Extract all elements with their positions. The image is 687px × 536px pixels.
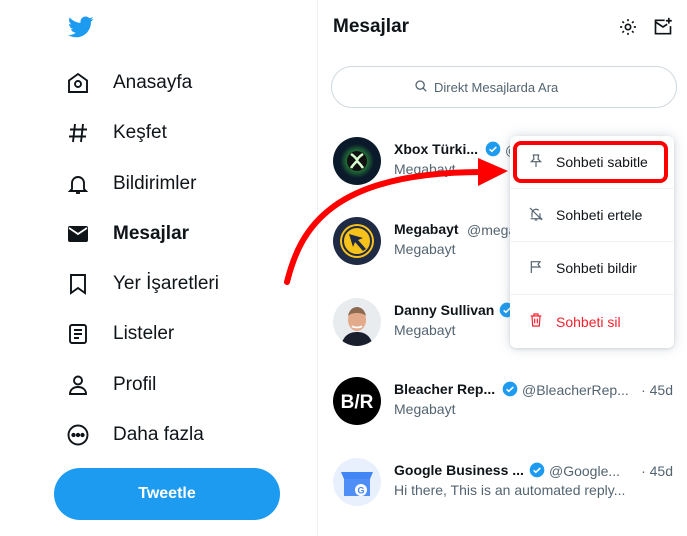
conversation-preview: Megabayt — [394, 401, 456, 417]
nav-label: Anasayfa — [113, 72, 193, 93]
verified-badge-icon — [529, 462, 545, 478]
conversation-name: Google Business ... — [394, 462, 524, 478]
nav-label: Daha fazla — [113, 424, 204, 445]
gear-icon[interactable] — [617, 16, 639, 38]
menu-item-pin-conversation[interactable]: Sohbeti sabitle — [510, 136, 674, 189]
verified-badge-icon — [502, 381, 518, 397]
nav-item-profile[interactable]: Profil — [60, 363, 156, 407]
conversation-handle: @Google... — [549, 463, 621, 479]
trash-icon — [528, 312, 544, 331]
svg-text:B/R: B/R — [341, 392, 374, 413]
nav-label: Keşfet — [113, 122, 167, 143]
nav-item-bookmarks[interactable]: Yer İşaretleri — [60, 262, 219, 306]
conversation-item-google-business[interactable]: G Google Business ... @Google... · 45d H… — [319, 458, 687, 536]
avatar — [333, 137, 381, 185]
nav-label: Listeler — [113, 323, 175, 344]
avatar: B/R — [333, 377, 381, 425]
nav-item-home[interactable]: Anasayfa — [60, 61, 192, 105]
avatar — [333, 298, 381, 346]
hashtag-icon — [65, 120, 91, 146]
conversation-preview: Megabayt — [394, 161, 456, 177]
menu-item-report-conversation[interactable]: Sohbeti bildir — [510, 242, 674, 295]
conversation-handle: @BleacherRep... — [522, 382, 629, 398]
profile-icon — [65, 372, 91, 398]
nav-item-notifications[interactable]: Bildirimler — [60, 162, 196, 206]
conversation-time: · 45d — [641, 463, 673, 479]
conversation-preview: Hi there, This is an automated reply... — [394, 482, 626, 498]
conversation-name: Bleacher Rep... — [394, 381, 496, 397]
new-message-icon[interactable] — [652, 16, 674, 38]
avatar — [333, 217, 381, 265]
conversation-handle: @mega — [467, 222, 517, 238]
conversation-item-bleacher-report[interactable]: B/R Bleacher Rep... @BleacherRep... · 45… — [319, 377, 687, 457]
conversation-name: Megabayt — [394, 221, 459, 237]
mail-icon — [65, 221, 91, 247]
conversation-name: Xbox Türki... — [394, 141, 479, 157]
nav-item-explore[interactable]: Keşfet — [60, 111, 167, 155]
search-input[interactable] — [434, 79, 594, 95]
twitter-logo-icon[interactable] — [66, 14, 96, 40]
menu-item-label: Sohbeti sabitle — [556, 154, 648, 170]
nav-item-more[interactable]: Daha fazla — [60, 413, 204, 457]
menu-item-label: Sohbeti sil — [556, 313, 621, 330]
bell-icon — [65, 171, 91, 197]
page-title: Mesajlar — [333, 16, 410, 37]
search-icon — [414, 79, 428, 96]
list-icon — [65, 321, 91, 347]
pin-icon — [528, 153, 544, 172]
home-icon — [65, 70, 91, 96]
conversation-context-menu: Sohbeti sabitle Sohbeti ertele Sohbeti b… — [510, 136, 674, 348]
nav-label: Yer İşaretleri — [113, 273, 219, 294]
svg-text:G: G — [357, 486, 364, 496]
flag-icon — [528, 259, 544, 278]
conversation-preview: Megabayt — [394, 322, 456, 338]
avatar: G — [333, 458, 381, 506]
nav-item-lists[interactable]: Listeler — [60, 312, 174, 356]
nav-item-messages[interactable]: Mesajlar — [60, 212, 189, 256]
nav-label: Bildirimler — [113, 173, 197, 194]
menu-item-delete-conversation[interactable]: Sohbeti sil — [510, 295, 674, 348]
left-navigation: Anasayfa Keşfet Bildirimler Mesajlar Yer… — [0, 0, 318, 536]
menu-item-label: Sohbeti ertele — [556, 207, 643, 223]
mute-icon — [528, 206, 544, 225]
tweet-button[interactable]: Tweetle — [54, 468, 280, 520]
menu-item-label: Sohbeti bildir — [556, 260, 637, 276]
conversation-preview: Megabayt — [394, 241, 456, 257]
search-box[interactable] — [331, 66, 677, 108]
conversation-time: · 45d — [641, 382, 673, 398]
bookmark-icon — [65, 271, 91, 297]
menu-item-snooze-conversation[interactable]: Sohbeti ertele — [510, 189, 674, 242]
more-icon — [65, 422, 91, 448]
nav-label: Profil — [113, 374, 157, 395]
conversation-name: Danny Sullivan — [394, 302, 495, 318]
nav-label: Mesajlar — [113, 223, 190, 244]
verified-badge-icon — [485, 141, 501, 157]
